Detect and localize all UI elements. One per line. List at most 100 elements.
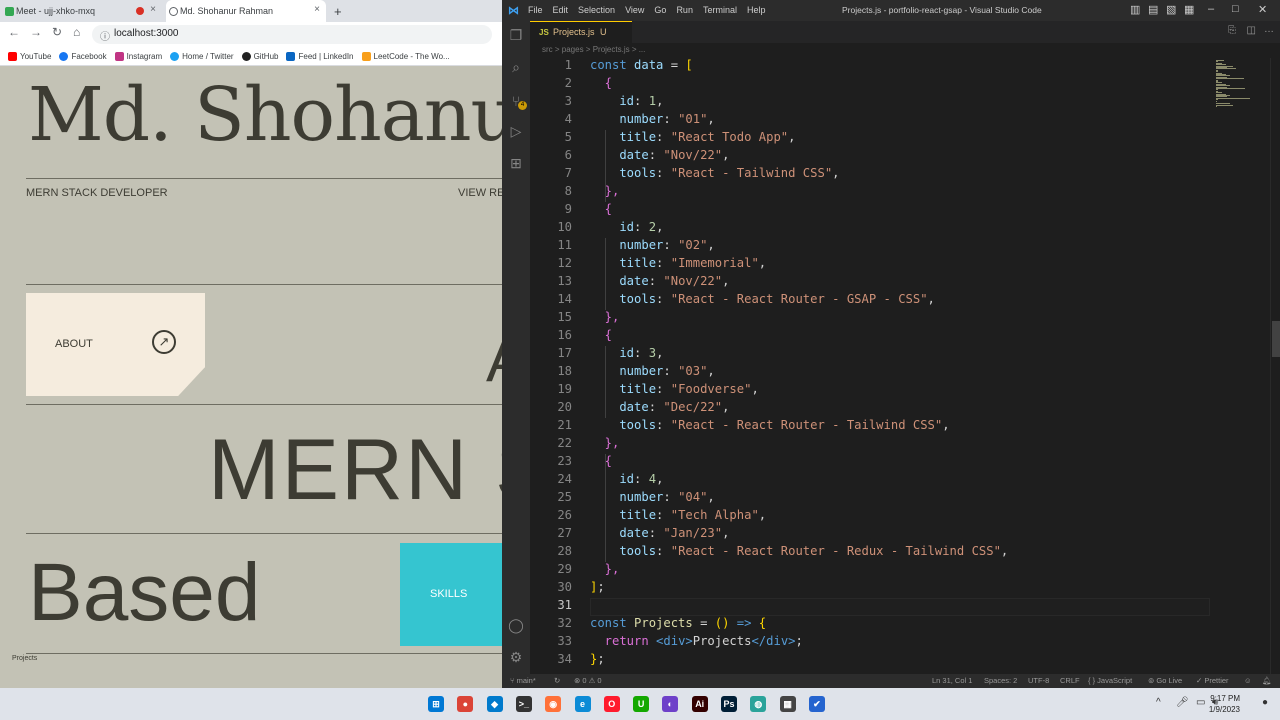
close-window-icon[interactable]: ✕ xyxy=(1258,3,1267,16)
code-line[interactable]: tools: "React - React Router - Redux - T… xyxy=(590,544,1008,558)
minimize-icon[interactable]: – xyxy=(1208,3,1214,15)
indentation-status[interactable]: Spaces: 2 xyxy=(984,676,1017,685)
back-icon[interactable]: ← xyxy=(8,25,20,39)
settings-gear-icon[interactable]: ⚙ xyxy=(508,649,524,665)
bookmark-linkedin[interactable]: Feed | LinkedIn xyxy=(286,51,354,61)
customize-layout-icon[interactable]: ▦ xyxy=(1184,3,1194,16)
editor-tab-projects[interactable]: JS Projects.js U xyxy=(530,21,632,43)
code-line[interactable]: { xyxy=(590,328,612,342)
code-line[interactable]: const data = [ xyxy=(590,58,693,72)
code-line[interactable]: }, xyxy=(590,562,620,576)
minimap[interactable] xyxy=(1214,58,1264,108)
problems-status[interactable]: ⊗ 0 ⚠ 0 xyxy=(574,676,602,685)
info-icon[interactable]: ⓘ xyxy=(100,28,110,43)
code-line[interactable]: tools: "React - Tailwind CSS", xyxy=(590,166,839,180)
sidebar-toggle-icon[interactable]: ▧ xyxy=(1166,3,1176,16)
code-line[interactable]: date: "Nov/22", xyxy=(590,274,729,288)
todo-icon[interactable]: ✔ xyxy=(808,696,825,712)
panel-toggle-icon[interactable]: ▤ xyxy=(1148,3,1158,16)
illustrator-icon[interactable]: Ai xyxy=(691,696,708,712)
address-bar[interactable]: ⓘ localhost:3000 xyxy=(92,25,492,44)
code-line[interactable]: }; xyxy=(590,652,605,666)
code-line[interactable]: }, xyxy=(590,310,620,324)
encoding-status[interactable]: UTF-8 xyxy=(1028,676,1049,685)
home-icon[interactable]: ⌂ xyxy=(73,25,80,39)
bookmark-instagram[interactable]: Instagram xyxy=(114,51,162,61)
calculator-icon[interactable]: ▦ xyxy=(779,696,796,712)
code-line[interactable]: number: "04", xyxy=(590,490,714,504)
sync-icon[interactable]: ↻ xyxy=(554,676,560,685)
bookmark-facebook[interactable]: Facebook xyxy=(59,51,107,61)
bookmark-github[interactable]: GitHub xyxy=(241,51,278,61)
maximize-icon[interactable]: □ xyxy=(1232,3,1239,15)
close-tab-icon[interactable]: × xyxy=(314,4,320,15)
code-line[interactable]: { xyxy=(590,202,612,216)
photoshop-icon[interactable]: Ps xyxy=(721,696,737,712)
code-line[interactable]: date: "Nov/22", xyxy=(590,148,729,162)
menu-go[interactable]: Go xyxy=(654,5,666,15)
edge-icon[interactable]: e xyxy=(574,696,591,712)
bookmark-twitter[interactable]: Home / Twitter xyxy=(170,51,234,61)
language-mode[interactable]: { } JavaScript xyxy=(1088,676,1132,685)
code-line[interactable]: }, xyxy=(590,436,620,450)
scroll-thumb[interactable] xyxy=(1272,321,1280,357)
notification-center-icon[interactable]: ● xyxy=(1262,697,1268,708)
system-clock[interactable]: 9:17 PM 1/9/2023 xyxy=(1209,693,1240,715)
firefox-icon[interactable]: ◉ xyxy=(545,696,562,712)
code-line[interactable]: id: 4, xyxy=(590,472,663,486)
cursor-position[interactable]: Ln 31, Col 1 xyxy=(932,676,972,685)
code-line[interactable]: date: "Dec/22", xyxy=(590,400,729,414)
reload-icon[interactable]: ↻ xyxy=(52,25,62,39)
bookmark-leetcode[interactable]: LeetCode - The Wo... xyxy=(361,51,450,61)
menu-run[interactable]: Run xyxy=(676,5,693,15)
github-desktop-icon[interactable]: ◐ xyxy=(662,696,679,712)
code-line[interactable]: date: "Jan/23", xyxy=(590,526,729,540)
view-resume-link[interactable]: VIEW RE xyxy=(458,187,502,199)
branch-status[interactable]: ⑂ main* xyxy=(510,676,536,685)
prettier-status[interactable]: ✓ Prettier xyxy=(1196,676,1229,685)
close-tab-icon[interactable]: × xyxy=(150,4,156,15)
skills-card[interactable]: SKILLS xyxy=(400,543,502,646)
code-line[interactable]: { xyxy=(590,454,612,468)
more-actions-icon[interactable]: … xyxy=(1264,24,1274,35)
windows-start-icon[interactable]: ⊞ xyxy=(428,696,444,712)
code-line[interactable]: ]; xyxy=(590,580,605,594)
globe-app-icon[interactable]: ◍ xyxy=(750,696,767,712)
code-line[interactable]: const Projects = () => { xyxy=(590,616,766,630)
explorer-icon[interactable]: ❐ xyxy=(508,27,524,43)
chrome-icon[interactable]: ● xyxy=(457,696,474,712)
feedback-icon[interactable]: ☺ xyxy=(1244,676,1252,685)
code-editor[interactable]: 1 const data = [2 {3 id: 1, 4 number: "01"… xyxy=(530,58,1280,674)
code-line[interactable]: tools: "React - React Router - Tailwind … xyxy=(590,418,949,432)
code-line[interactable]: number: "02", xyxy=(590,238,714,252)
bookmark-youtube[interactable]: YouTube xyxy=(8,51,51,61)
editor-scrollbar[interactable] xyxy=(1270,58,1280,674)
browser-tab-meet[interactable]: Meet - ujj-xhko-mxq × xyxy=(2,0,162,22)
about-card[interactable]: ABOUT ↗ xyxy=(26,293,205,396)
code-line[interactable]: title: "React Todo App", xyxy=(590,130,795,144)
menu-help[interactable]: Help xyxy=(747,5,766,15)
vscode-icon[interactable]: ◆ xyxy=(486,696,503,712)
code-line[interactable]: id: 2, xyxy=(590,220,663,234)
search-icon[interactable]: ⌕ xyxy=(508,59,524,75)
terminal-icon[interactable]: >_ xyxy=(515,696,532,712)
menu-selection[interactable]: Selection xyxy=(578,5,615,15)
account-icon[interactable]: ◯ xyxy=(508,617,524,633)
eol-status[interactable]: CRLF xyxy=(1060,676,1080,685)
run-debug-icon[interactable]: ▷ xyxy=(508,123,524,139)
code-line[interactable]: { xyxy=(590,76,612,90)
breadcrumb[interactable]: src > pages > Projects.js > ... xyxy=(542,45,645,54)
open-changes-icon[interactable]: ⎘ xyxy=(1228,25,1236,36)
notifications-icon[interactable]: 🔔︎ xyxy=(1262,676,1272,685)
opera-icon[interactable]: O xyxy=(603,696,620,712)
code-line[interactable]: return <div>Projects</div>; xyxy=(590,634,803,648)
forward-icon[interactable]: → xyxy=(30,25,42,39)
code-line[interactable]: title: "Tech Alpha", xyxy=(590,508,766,522)
network-icon[interactable]: ▭ xyxy=(1196,697,1205,708)
extensions-icon[interactable]: ⊞ xyxy=(508,155,524,171)
menu-view[interactable]: View xyxy=(625,5,644,15)
upwork-icon[interactable]: U xyxy=(633,696,650,712)
tray-overflow-icon[interactable]: ^ xyxy=(1156,697,1161,708)
menu-file[interactable]: File xyxy=(528,5,543,15)
code-line[interactable]: number: "03", xyxy=(590,364,714,378)
